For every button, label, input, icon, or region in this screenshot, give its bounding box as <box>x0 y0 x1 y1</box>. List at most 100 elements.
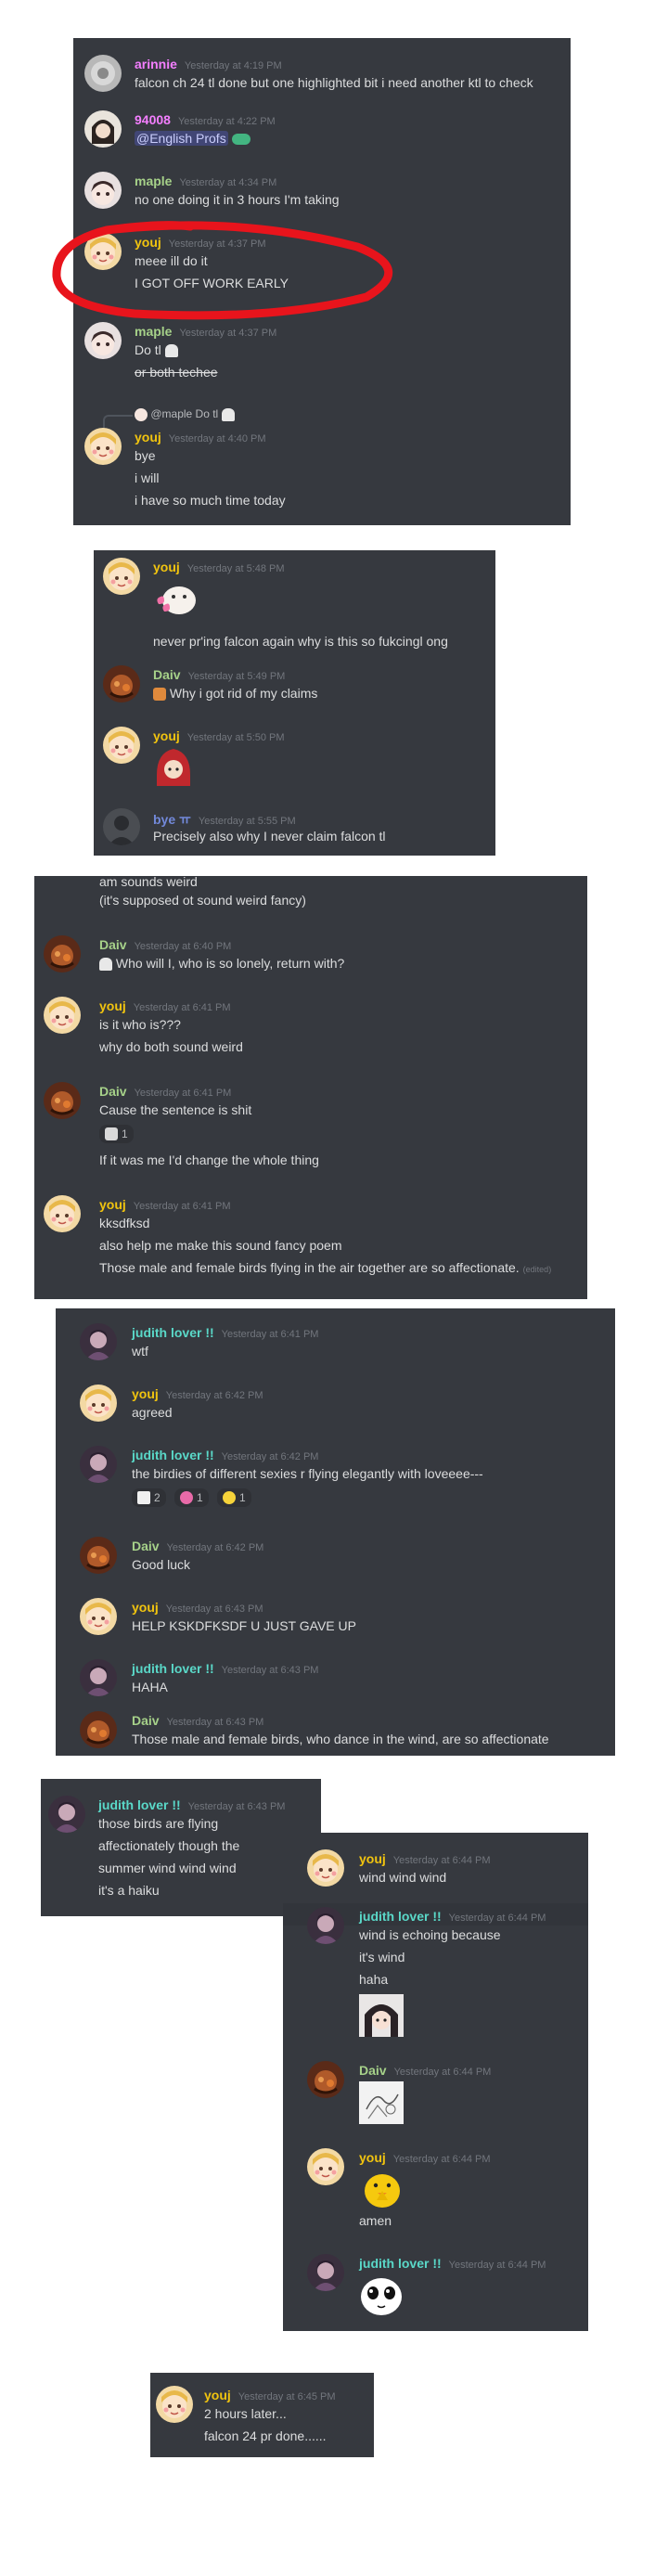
cup-emoji <box>137 1491 150 1504</box>
author-name[interactable]: Daiv <box>153 667 181 682</box>
author-name[interactable]: Daiv <box>99 1084 127 1099</box>
author-name[interactable]: youj <box>135 430 161 444</box>
author-name[interactable]: judith lover !! <box>359 2256 442 2271</box>
timestamp: Yesterday at 6:43 PM <box>221 1665 319 1676</box>
message-text: it's wind <box>359 1950 405 1964</box>
message: arinnie Yesterday at 4:19 PM falcon ch 24… <box>73 38 571 94</box>
author-name[interactable]: judith lover !! <box>132 1325 214 1340</box>
timestamp: Yesterday at 6:45 PM <box>238 2391 336 2402</box>
avatar[interactable] <box>80 1711 117 1748</box>
avatar[interactable] <box>44 935 81 972</box>
avatar[interactable] <box>84 428 122 465</box>
role-mention[interactable]: @English Profs <box>135 131 228 146</box>
timestamp: Yesterday at 6:44 PM <box>393 2067 492 2078</box>
message: Daiv Yesterday at 6:44 PM <box>283 2061 588 2126</box>
author-name[interactable]: maple <box>135 174 172 188</box>
pink-blob-emoji <box>180 1491 193 1504</box>
message: youj Yesterday at 5:48 PM never pr'ing fa… <box>94 558 495 650</box>
message: judith lover !! Yesterday at 6:44 PM <box>283 2254 588 2328</box>
message-text: am sounds weird <box>99 876 198 889</box>
timestamp: Yesterday at 6:41 PM <box>134 1088 232 1099</box>
author-name[interactable]: youj <box>359 1851 386 1866</box>
message-text: wind is echoing because <box>359 1927 501 1942</box>
reaction-button[interactable]: 1 <box>217 1488 251 1507</box>
chat-panel-7: youj Yesterday at 6:45 PM 2 hours later..… <box>150 2373 374 2457</box>
message-text: also help me make this sound fancy poem <box>99 1238 342 1253</box>
author-name[interactable]: judith lover !! <box>132 1661 214 1676</box>
avatar[interactable] <box>44 1195 81 1232</box>
red-circle-annotation <box>52 221 393 320</box>
author-name[interactable]: arinnie <box>135 57 177 71</box>
message: youj Yesterday at 6:42 PM agreed <box>56 1385 615 1431</box>
avatar[interactable] <box>307 2148 344 2185</box>
message: @maple Do tl youj Yesterday at 4:40 PM by… <box>73 406 571 526</box>
author-name[interactable]: bye ㅠ <box>153 812 191 827</box>
avatar[interactable] <box>84 55 122 92</box>
edited-tag: (edited) <box>522 1265 552 1274</box>
avatar[interactable] <box>103 558 140 595</box>
author-name[interactable]: youj <box>204 2388 231 2402</box>
message-text: kksdfksd <box>99 1216 150 1230</box>
message: 94008 Yesterday at 4:22 PM @English Profs <box>73 110 571 157</box>
timestamp: Yesterday at 6:41 PM <box>133 1201 231 1212</box>
avatar[interactable] <box>84 322 122 359</box>
author-name[interactable]: youj <box>99 998 126 1013</box>
author-name[interactable]: youj <box>132 1600 159 1615</box>
message-text: Who will I, who is so lonely, return wit… <box>115 956 345 971</box>
author-name[interactable]: judith lover !! <box>98 1797 181 1812</box>
message-text: (it's supposed ot sound weird fancy) <box>99 893 306 908</box>
avatar[interactable] <box>103 727 140 764</box>
reaction-button[interactable]: 1 <box>99 1125 134 1143</box>
avatar[interactable] <box>307 1907 344 1944</box>
author-name[interactable]: Daiv <box>132 1713 160 1728</box>
reaction-count: 1 <box>122 1127 128 1140</box>
author-name[interactable]: maple <box>135 324 172 339</box>
reply-preview[interactable]: @maple Do tl <box>150 407 218 420</box>
author-name[interactable]: Daiv <box>99 937 127 952</box>
avatar[interactable] <box>80 1446 117 1483</box>
avatar[interactable] <box>84 172 122 209</box>
author-name[interactable]: Daiv <box>132 1539 160 1553</box>
avatar[interactable] <box>44 997 81 1034</box>
avatar[interactable] <box>80 1659 117 1696</box>
avatar[interactable] <box>135 407 148 421</box>
message: youj Yesterday at 6:43 PM HELP KSKDFKSDF … <box>56 1598 615 1644</box>
avatar[interactable] <box>307 2061 344 2098</box>
message-text: amen <box>359 2213 392 2228</box>
timestamp: Yesterday at 4:34 PM <box>179 177 277 188</box>
author-name[interactable]: 94008 <box>135 112 171 127</box>
avatar[interactable] <box>103 665 140 702</box>
message: Daiv Yesterday at 6:43 PM Those male and … <box>56 1711 615 1756</box>
avatar[interactable] <box>307 2254 344 2291</box>
author-name[interactable]: judith lover !! <box>359 1909 442 1924</box>
avatar[interactable] <box>80 1385 117 1422</box>
author-name[interactable]: youj <box>153 560 180 574</box>
message-text: bye <box>135 448 156 463</box>
message: maple Yesterday at 4:37 PM Do tl or both … <box>73 322 571 387</box>
message: judith lover !! Yesterday at 6:44 PM wind… <box>283 1907 588 2037</box>
avatar[interactable] <box>307 1849 344 1887</box>
avatar[interactable] <box>103 808 140 845</box>
message: youj Yesterday at 6:44 PM amen <box>283 2148 588 2232</box>
timestamp: Yesterday at 6:43 PM <box>166 1717 264 1728</box>
avatar[interactable] <box>80 1598 117 1635</box>
avatar[interactable] <box>80 1537 117 1574</box>
author-name[interactable]: judith lover !! <box>132 1448 214 1462</box>
author-name[interactable]: youj <box>359 2150 386 2165</box>
reaction-button[interactable]: 1 <box>174 1488 209 1507</box>
author-name[interactable]: youj <box>99 1197 126 1212</box>
avatar[interactable] <box>84 110 122 148</box>
message-text: Good luck <box>132 1557 191 1572</box>
avatar[interactable] <box>48 1796 85 1833</box>
author-name[interactable]: youj <box>153 728 180 743</box>
message-text: the birdies of different sexies r flying… <box>132 1466 483 1481</box>
avatar[interactable] <box>44 1082 81 1119</box>
avatar[interactable] <box>80 1323 117 1360</box>
author-name[interactable]: youj <box>132 1386 159 1401</box>
reaction-button[interactable]: 2 <box>132 1488 166 1507</box>
author-name[interactable]: Daiv <box>359 2063 387 2078</box>
staring-face-emoji <box>361 2278 402 2315</box>
message-text: those birds are flying <box>98 1816 219 1831</box>
avatar[interactable] <box>156 2386 193 2423</box>
message-text: If it was me I'd change the whole thing <box>99 1153 319 1167</box>
